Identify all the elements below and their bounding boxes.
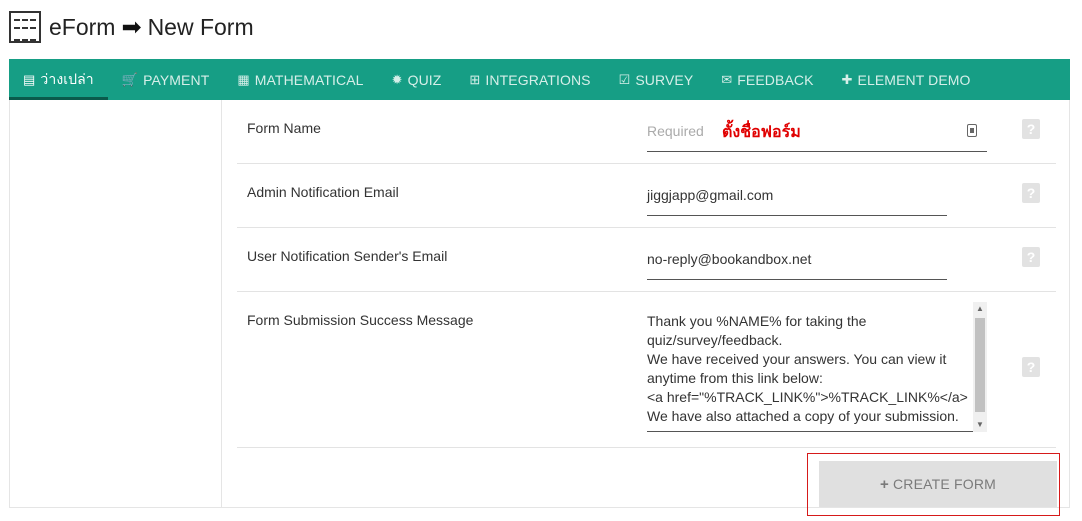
help-icon[interactable]: ? bbox=[1022, 247, 1040, 267]
tab-label: PAYMENT bbox=[143, 71, 210, 88]
clipboard-check-icon: ☑ bbox=[618, 71, 631, 87]
sender-email-input[interactable]: no-reply@bookandbox.net bbox=[647, 246, 947, 280]
puzzle-icon: ✚ bbox=[841, 71, 853, 87]
tab-feedback[interactable]: ✉ FEEDBACK bbox=[707, 59, 827, 100]
form-name-input[interactable]: Required ตั้งชื่อฟอร์ม bbox=[647, 118, 987, 152]
admin-email-row: Admin Notification Email jiggjapp@gmail.… bbox=[237, 164, 1056, 228]
envelope-icon: ✉ bbox=[721, 71, 733, 87]
cart-icon: 🛒 bbox=[121, 71, 139, 87]
page-title: New Form bbox=[147, 13, 254, 40]
tab-label: MATHEMATICAL bbox=[254, 71, 364, 88]
tab-integrations[interactable]: ⊞ INTEGRATIONS bbox=[455, 59, 604, 100]
sender-email-row: User Notification Sender's Email no-repl… bbox=[237, 228, 1056, 292]
tab-payment[interactable]: 🛒 PAYMENT bbox=[108, 59, 224, 100]
success-message-row: Form Submission Success Message Thank yo… bbox=[237, 292, 1056, 448]
admin-email-input[interactable]: jiggjapp@gmail.com bbox=[647, 182, 947, 216]
create-form-highlight: + CREATE FORM bbox=[807, 453, 1060, 516]
left-sidebar bbox=[10, 100, 222, 507]
app-name: eForm bbox=[49, 13, 116, 40]
page-header: eForm ➡ New Form bbox=[9, 10, 254, 44]
plus-icon: + bbox=[879, 475, 889, 493]
tab-label: ว่างเปล่า bbox=[40, 70, 94, 87]
template-tabs: ▤ ว่างเปล่า 🛒 PAYMENT ▦ MATHEMATICAL ✹ Q… bbox=[9, 59, 1070, 100]
success-message-textarea[interactable]: Thank you %NAME% for taking the quiz/sur… bbox=[647, 302, 973, 432]
success-message-label: Form Submission Success Message bbox=[247, 312, 474, 328]
tab-blank[interactable]: ▤ ว่างเปล่า bbox=[9, 59, 108, 100]
help-icon[interactable]: ? bbox=[1022, 119, 1040, 139]
calculator-icon: ▦ bbox=[237, 71, 250, 87]
create-form-button[interactable]: + CREATE FORM bbox=[819, 461, 1057, 507]
gear-icon: ✹ bbox=[391, 71, 403, 87]
sender-email-value: no-reply@bookandbox.net bbox=[647, 251, 812, 267]
tab-label: QUIZ bbox=[407, 71, 442, 88]
help-icon[interactable]: ? bbox=[1022, 357, 1040, 377]
tab-label: INTEGRATIONS bbox=[485, 71, 591, 88]
plus-square-icon: ⊞ bbox=[469, 71, 481, 87]
tab-element-demo[interactable]: ✚ ELEMENT DEMO bbox=[828, 59, 985, 100]
admin-email-label: Admin Notification Email bbox=[247, 184, 399, 200]
form-name-annotation: ตั้งชื่อฟอร์ม bbox=[722, 122, 801, 141]
textarea-scrollbar[interactable]: ▲ ▼ bbox=[973, 302, 987, 432]
form-name-placeholder: Required bbox=[647, 123, 704, 139]
create-form-label: CREATE FORM bbox=[892, 476, 997, 492]
file-icon: ▤ bbox=[23, 71, 36, 87]
form-name-label: Form Name bbox=[247, 120, 321, 136]
contact-card-icon bbox=[967, 124, 977, 137]
form-settings-panel: Form Name Required ตั้งชื่อฟอร์ม ? Admin… bbox=[9, 100, 1070, 508]
tab-quiz[interactable]: ✹ QUIZ bbox=[378, 59, 456, 100]
help-icon[interactable]: ? bbox=[1022, 183, 1040, 203]
tab-mathematical[interactable]: ▦ MATHEMATICAL bbox=[223, 59, 377, 100]
tab-label: SURVEY bbox=[635, 71, 694, 88]
arrow-right-icon: ➡ bbox=[121, 13, 142, 41]
scroll-up-icon[interactable]: ▲ bbox=[973, 302, 987, 316]
form-name-row: Form Name Required ตั้งชื่อฟอร์ม ? bbox=[237, 100, 1056, 164]
tab-survey[interactable]: ☑ SURVEY bbox=[605, 59, 708, 100]
sender-email-label: User Notification Sender's Email bbox=[247, 248, 448, 264]
tab-label: ELEMENT DEMO bbox=[857, 71, 971, 88]
tab-label: FEEDBACK bbox=[737, 71, 814, 88]
admin-email-value: jiggjapp@gmail.com bbox=[647, 187, 774, 203]
scroll-down-icon[interactable]: ▼ bbox=[973, 418, 987, 432]
scrollbar-thumb[interactable] bbox=[975, 318, 985, 412]
eform-logo-icon bbox=[9, 11, 41, 43]
